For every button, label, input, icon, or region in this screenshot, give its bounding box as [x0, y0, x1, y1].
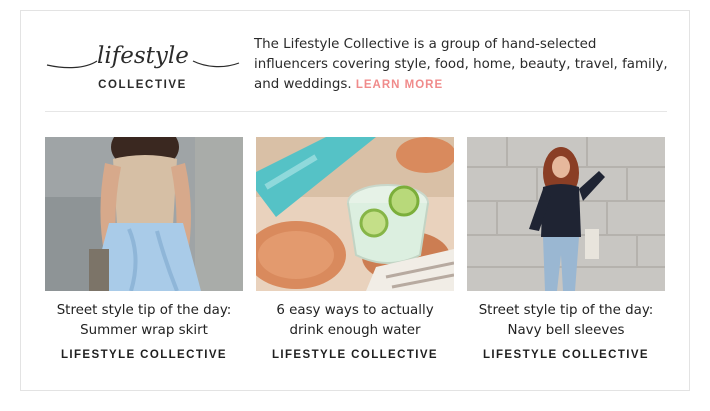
article-thumbnail[interactable]	[256, 137, 454, 291]
intro-text: The Lifestyle Collective is a group of h…	[254, 37, 668, 92]
logo-subtitle: COLLECTIVE	[98, 79, 187, 91]
article-source: LIFESTYLE COLLECTIVE	[482, 349, 649, 361]
intro-paragraph: The Lifestyle Collective is a group of h…	[254, 35, 668, 95]
lime-water-photo	[256, 137, 454, 291]
logo-script-text: lifestyle	[97, 43, 189, 69]
article-thumbnail[interactable]	[467, 137, 665, 291]
lifestyle-collective-widget: lifestyle COLLECTIVE The Lifestyle Colle…	[20, 10, 690, 391]
article-cards: Street style tip of the day: Summer wrap…	[45, 137, 667, 377]
lifestyle-collective-logo[interactable]: lifestyle COLLECTIVE	[45, 39, 240, 99]
article-card[interactable]: Street style tip of the day: Navy bell s…	[467, 137, 665, 377]
article-title[interactable]: Street style tip of the day: Summer wrap…	[45, 301, 243, 341]
logo-script: lifestyle	[45, 39, 240, 75]
widget-header: lifestyle COLLECTIVE The Lifestyle Colle…	[45, 35, 668, 111]
article-thumbnail[interactable]	[45, 137, 243, 291]
article-card[interactable]: Street style tip of the day: Summer wrap…	[45, 137, 243, 377]
bell-sleeves-photo	[467, 137, 665, 291]
article-title[interactable]: Street style tip of the day: Navy bell s…	[467, 301, 665, 341]
article-source: LIFESTYLE COLLECTIVE	[271, 349, 438, 361]
header-divider	[45, 111, 667, 112]
article-source: LIFESTYLE COLLECTIVE	[60, 349, 227, 361]
article-card[interactable]: 6 easy ways to actually drink enough wat…	[256, 137, 454, 377]
logo-script-graphic: lifestyle	[46, 43, 240, 69]
learn-more-link[interactable]: LEARN MORE	[356, 79, 443, 91]
wrap-skirt-photo	[45, 137, 243, 291]
article-title[interactable]: 6 easy ways to actually drink enough wat…	[256, 301, 454, 341]
